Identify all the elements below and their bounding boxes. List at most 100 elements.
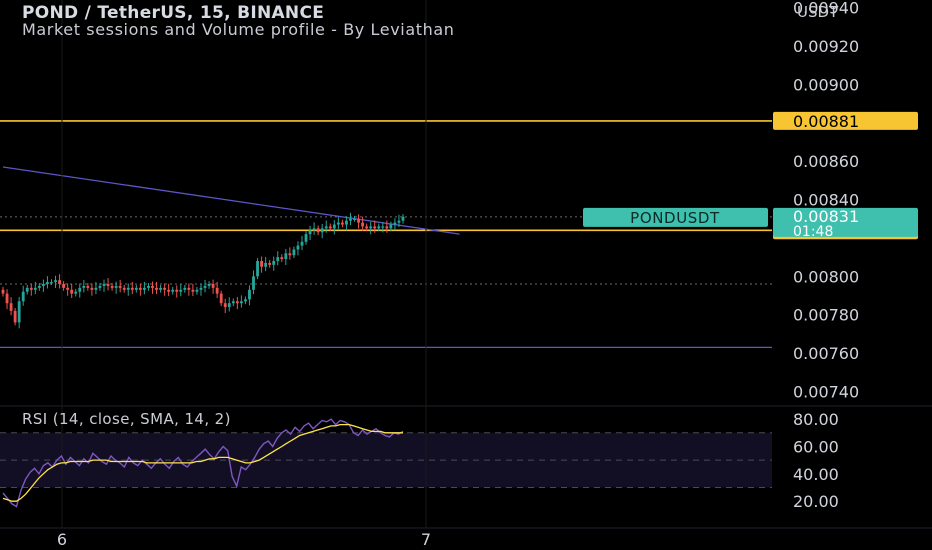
candle-body [199, 287, 203, 290]
candle-body [288, 253, 292, 256]
candle-body [191, 289, 195, 292]
candle-body [300, 241, 304, 246]
candle-body [332, 224, 336, 229]
candle [13, 308, 17, 326]
candle-body [171, 289, 175, 292]
candle [248, 285, 251, 306]
candle [260, 256, 263, 273]
candle-body [94, 287, 98, 290]
candle [244, 296, 247, 305]
candle [199, 283, 203, 296]
price-tick-label: 0.00920 [793, 37, 859, 56]
symbol-badge-label: PONDUSDT [630, 209, 720, 227]
candle-body [272, 260, 276, 265]
candle [284, 248, 288, 266]
candle-body [110, 285, 114, 288]
candle [276, 251, 280, 266]
candle-body [147, 285, 150, 288]
candle-body [33, 287, 37, 290]
candle [316, 225, 320, 236]
candle-body [86, 285, 90, 288]
price-tick-label: 0.00760 [793, 344, 859, 363]
candle-body [203, 285, 207, 288]
candle [227, 297, 231, 312]
candle-body [264, 262, 268, 267]
candle [296, 241, 300, 256]
candle-body [231, 301, 235, 304]
candle-body [268, 262, 272, 265]
candle [219, 290, 223, 307]
candle [239, 295, 243, 308]
candle [191, 283, 195, 297]
candle [207, 281, 211, 289]
price-tick-label: 0.00780 [793, 306, 859, 325]
candle-body [308, 230, 312, 235]
candle-body [349, 218, 352, 221]
indicator-label: Market sessions and Volume profile - By … [22, 20, 455, 39]
candle [300, 235, 304, 251]
candle [175, 285, 179, 298]
level-badge-label: 0.00881 [793, 112, 859, 131]
candle-body [328, 226, 332, 229]
candle [231, 298, 235, 307]
candle [401, 213, 405, 224]
candle [183, 284, 187, 293]
candle-body [227, 303, 231, 308]
candle [66, 283, 70, 296]
price-tick-label: 0.00800 [793, 267, 859, 286]
candle [369, 222, 373, 235]
candle-body [163, 287, 167, 290]
candle [114, 281, 118, 294]
candle [211, 279, 215, 294]
candle-body [78, 287, 82, 292]
candle [304, 231, 308, 245]
candle [78, 283, 82, 298]
candle [280, 254, 284, 262]
candle-body [21, 291, 25, 302]
candle [223, 298, 227, 313]
candle [1, 286, 5, 297]
candle-body [122, 287, 126, 290]
candle-body [13, 310, 17, 323]
candle [264, 256, 268, 272]
candle-body [340, 222, 344, 225]
candle-body [159, 287, 162, 290]
candle-body [316, 228, 320, 233]
candle-body [167, 289, 171, 292]
candle [187, 283, 191, 296]
candle [167, 283, 171, 297]
candle-body [130, 287, 134, 290]
rsi-tick-label: 80.00 [793, 410, 839, 429]
candle-body [389, 224, 393, 229]
candle-body [17, 301, 21, 323]
candle-body [397, 220, 401, 223]
candle-body [179, 289, 183, 292]
candle [393, 218, 397, 231]
candle [288, 247, 292, 260]
candle-body [98, 285, 102, 288]
candle-body [1, 289, 5, 294]
candle [122, 284, 126, 293]
candle-body [5, 293, 9, 304]
candle-body [276, 257, 280, 261]
candle-body [25, 287, 29, 292]
candle [292, 246, 296, 259]
candle [171, 286, 175, 295]
candle-body [90, 287, 94, 290]
candle [46, 276, 49, 289]
candle-body [365, 226, 369, 229]
candle [90, 283, 94, 296]
candle-body [252, 276, 255, 290]
rsi-tick-label: 60.00 [793, 437, 839, 456]
candle-body [66, 287, 70, 290]
candle-body [239, 301, 243, 304]
candle-body [29, 287, 33, 290]
candle-body [118, 285, 122, 288]
candle-body [296, 245, 300, 250]
candle [82, 279, 86, 293]
candle-body [143, 287, 146, 290]
candle-body [82, 285, 86, 288]
candle-body [62, 284, 66, 288]
candle-body [183, 287, 187, 290]
price-chart[interactable]: 0.009400.009200.009000.008600.008400.008… [0, 0, 932, 550]
